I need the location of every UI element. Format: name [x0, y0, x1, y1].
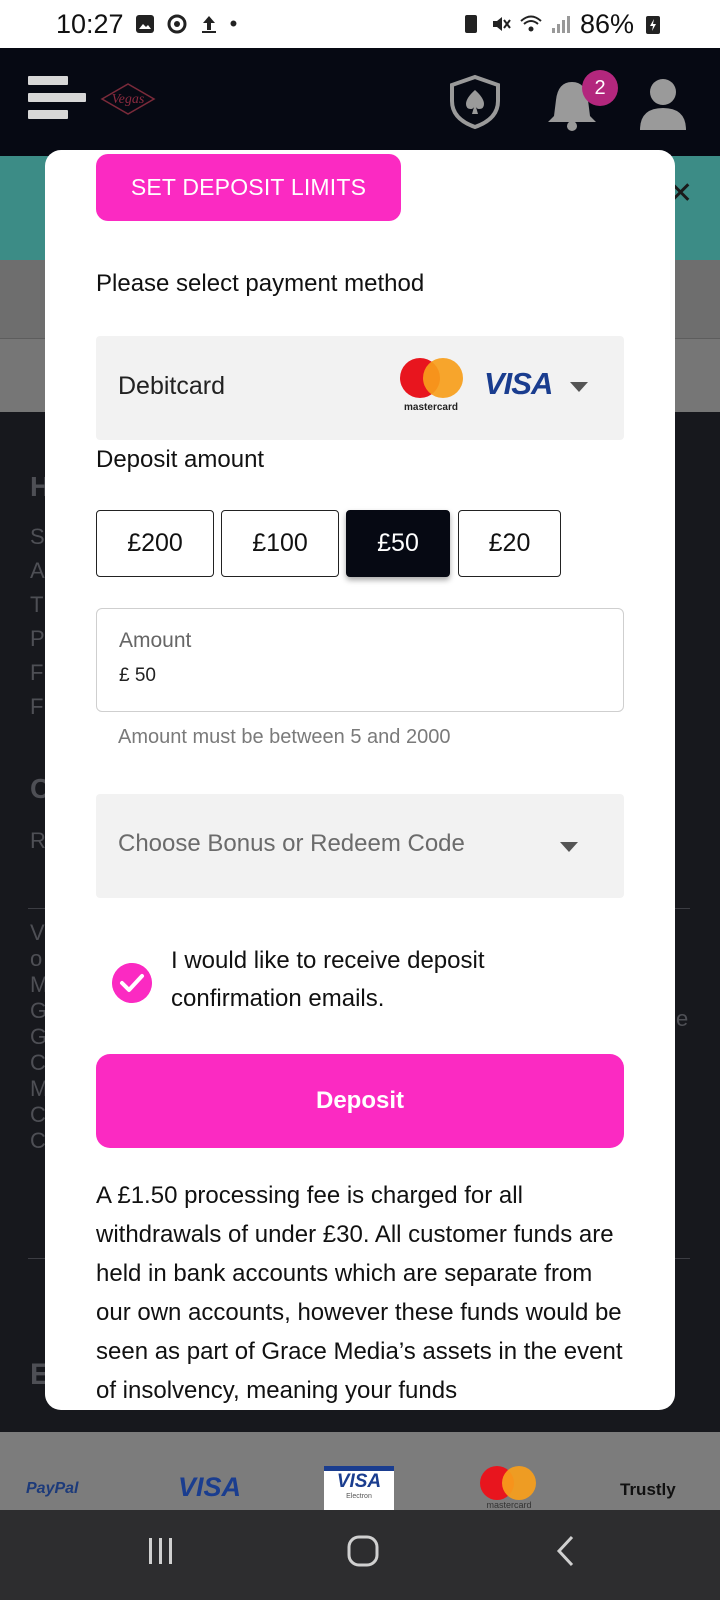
deposit-modal: SET DEPOSIT LIMITS Please select payment…: [45, 150, 675, 1410]
amount-option-20[interactable]: £20: [458, 510, 561, 577]
notification-count-badge: 2: [582, 70, 618, 106]
bonus-select-placeholder: Choose Bonus or Redeem Code: [118, 830, 465, 857]
app-header: Vegas 2: [0, 48, 720, 156]
chevron-down-icon: [570, 382, 588, 392]
amount-hint: Amount must be between 5 and 2000: [118, 726, 451, 748]
system-nav-bar: [0, 1510, 720, 1600]
sync-icon: [167, 14, 187, 34]
recent-apps-icon[interactable]: [146, 1534, 176, 1568]
amount-option-50[interactable]: £50: [346, 510, 450, 577]
vegas-logo[interactable]: Vegas: [98, 80, 158, 118]
mastercard-text: mastercard: [404, 402, 458, 413]
deposit-amount-label: Deposit amount: [96, 446, 265, 473]
processing-fee-notice: A £1.50 processing fee is charged for al…: [96, 1182, 623, 1404]
amount-option-100[interactable]: £100: [221, 510, 339, 577]
status-bar: 10:27 • 86%: [0, 0, 720, 48]
set-deposit-limits-button[interactable]: SET DEPOSIT LIMITS: [96, 154, 401, 221]
upload-icon: [201, 16, 216, 33]
amount-input-value: £ 50: [119, 665, 156, 686]
wifi-icon: [520, 15, 542, 32]
email-confirmation-checkbox[interactable]: [112, 963, 152, 1003]
chevron-down-icon: [560, 842, 578, 852]
mastercard-footer-text: mastercard: [486, 1500, 532, 1510]
payment-method-select[interactable]: Debitcard mastercard VISA: [96, 336, 624, 440]
visa-logo: VISA: [178, 1472, 242, 1502]
svg-text:Vegas: Vegas: [112, 92, 145, 107]
status-time: 10:27: [56, 8, 124, 39]
amount-option-200[interactable]: £200: [96, 510, 214, 577]
responsible-gaming-shield-icon[interactable]: [448, 74, 502, 130]
mute-icon: [492, 17, 511, 31]
amount-input-label: Amount: [119, 629, 192, 652]
battery-icon: [646, 16, 660, 34]
visa-electron-text: VISA: [336, 1471, 382, 1492]
user-account-icon[interactable]: [638, 76, 688, 132]
battery-level: 86%: [579, 8, 634, 39]
mastercard-logo: mastercard: [396, 358, 463, 414]
email-confirmation-label[interactable]: I would like to receive deposit confirma…: [171, 942, 591, 1018]
amount-input[interactable]: Amount £ 50: [96, 608, 624, 712]
home-icon[interactable]: [346, 1534, 380, 1568]
deposit-button[interactable]: Deposit: [96, 1054, 624, 1148]
back-icon[interactable]: [554, 1534, 578, 1568]
battery-saver-icon: [464, 15, 477, 33]
payment-method-label: Please select payment method: [96, 270, 425, 297]
gallery-icon: [135, 15, 154, 33]
visa-electron-logo: VISA Electron: [324, 1466, 394, 1510]
visa-logo: VISA: [484, 366, 553, 401]
menu-icon[interactable]: [28, 76, 86, 126]
visa-electron-sub: Electron: [346, 1493, 372, 1500]
paypal-logo: PayPal: [26, 1480, 79, 1497]
trustly-logo: Trustly: [620, 1480, 676, 1499]
dot-icon: •: [229, 11, 238, 36]
payment-method-value: Debitcard: [118, 372, 225, 400]
signal-icon: [551, 16, 570, 33]
bonus-select[interactable]: Choose Bonus or Redeem Code: [96, 794, 624, 898]
mastercard-footer-logo: mastercard: [478, 1466, 540, 1510]
